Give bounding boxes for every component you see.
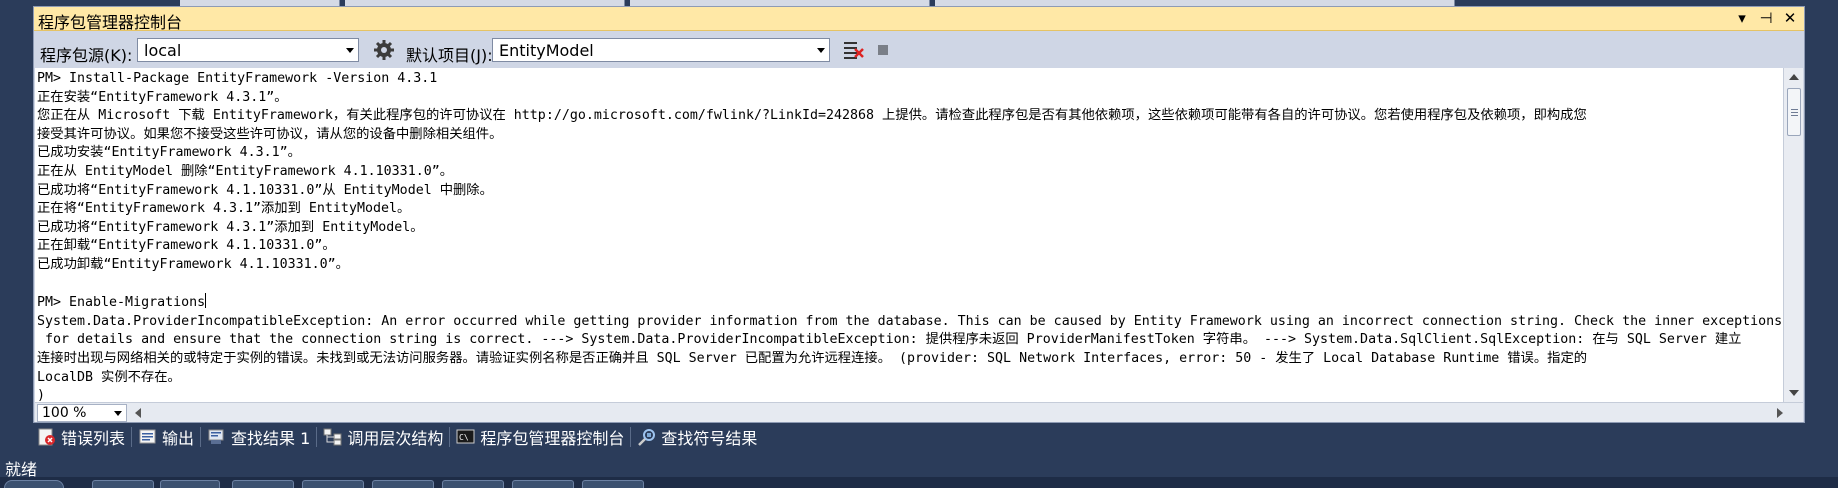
pin-icon[interactable]: ⊣: [1758, 9, 1774, 27]
tab-call-hierarchy[interactable]: 调用层次结构: [319, 423, 447, 451]
scroll-up-arrow-icon[interactable]: [1789, 74, 1799, 80]
tab-divider: [630, 427, 632, 447]
window-position-dropdown-icon[interactable]: ▾: [1734, 9, 1750, 27]
tab-error-list[interactable]: 错误列表: [33, 423, 129, 451]
call-hierarchy-icon: [323, 428, 343, 446]
panel-title: 程序包管理器控制台: [38, 13, 183, 32]
console-line: 已成功将“EntityFramework 4.1.10331.0”从 Entit…: [37, 182, 493, 198]
console-icon: C\: [456, 428, 476, 446]
zoom-dropdown[interactable]: 100 %: [37, 404, 127, 422]
console-text: PM> Install-Package EntityFramework -Ver…: [35, 68, 1783, 402]
package-manager-console-panel: 程序包管理器控制台 ▾ ⊣ ✕ 程序包源(K): local 默认项目(J): …: [33, 6, 1805, 423]
console-line: for details and ensure that the connecti…: [37, 332, 1742, 348]
console-line: 已成功将“EntityFramework 4.3.1”添加到 EntityMod…: [37, 219, 424, 235]
console-line: 连接时出现与网络相关的或特定于实例的错误。未找到或无法访问服务器。请验证实例名称…: [37, 350, 1588, 366]
tab-label: 查找结果 1: [231, 429, 311, 448]
settings-gear-icon[interactable]: [373, 39, 395, 61]
scroll-left-arrow-icon[interactable]: [135, 408, 141, 418]
console-bottom-bar: 100 %: [35, 402, 1803, 422]
taskbar-button[interactable]: [372, 480, 434, 488]
console-line: 已成功卸载“EntityFramework 4.1.10331.0”。: [37, 256, 349, 272]
start-button[interactable]: [4, 480, 64, 488]
tab-output[interactable]: 输出: [134, 423, 198, 451]
tab-divider: [200, 427, 202, 447]
package-source-value: local: [144, 41, 182, 60]
console-line: 接受其许可协议。如果您不接受这些许可协议，请从您的设备中删除相关组件。: [37, 126, 503, 142]
ide-window: 程序包管理器控制台 ▾ ⊣ ✕ 程序包源(K): local 默认项目(J): …: [0, 0, 1838, 488]
tab-divider: [131, 427, 133, 447]
find-results-icon: [207, 428, 227, 446]
tab-divider: [316, 427, 318, 447]
svg-text:C\: C\: [459, 433, 469, 442]
zoom-value: 100 %: [42, 405, 87, 421]
clear-console-icon[interactable]: [842, 39, 864, 61]
tab-label: 错误列表: [61, 429, 126, 448]
console-line: PM> Install-Package EntityFramework -Ver…: [37, 71, 438, 86]
tool-window-tabs: 错误列表 输出 查找结果 1 调用层次结构 C\ 程序包管理器控制台 查找符号结…: [33, 423, 761, 451]
taskbar-button[interactable]: [302, 480, 364, 488]
console-line: 已成功安装“EntityFramework 4.3.1”。: [37, 145, 301, 161]
console-toolbar: 程序包源(K): local 默认项目(J): EntityModel: [34, 32, 1804, 68]
console-line: 您正在从 Microsoft 下载 EntityFramework，有关此程序包…: [37, 108, 1587, 124]
package-source-dropdown[interactable]: local: [137, 38, 359, 62]
tab-find-symbol-results[interactable]: 查找符号结果: [633, 423, 761, 451]
taskbar-button[interactable]: [160, 480, 220, 488]
console-line: 正在卸载“EntityFramework 4.1.10331.0”。: [37, 238, 336, 254]
tab-label: 程序包管理器控制台: [480, 429, 625, 448]
grip-line: [1791, 109, 1798, 110]
stop-icon[interactable]: [872, 39, 894, 61]
default-project-value: EntityModel: [499, 41, 594, 60]
chevron-down-icon: [817, 48, 825, 53]
console-line: System.Data.ProviderIncompatibleExceptio…: [37, 313, 1783, 329]
chevron-down-icon: [114, 411, 122, 416]
taskbar-button[interactable]: [512, 480, 574, 488]
tab-label: 输出: [162, 429, 195, 448]
console-line: 正在从 EntityModel 删除“EntityFramework 4.1.1…: [37, 163, 454, 179]
chevron-down-icon: [346, 48, 354, 53]
tab-label: 查找符号结果: [661, 429, 758, 448]
package-source-label: 程序包源(K):: [40, 46, 133, 65]
console-line: PM> Enable-Migrations: [37, 295, 206, 311]
console-line: LocalDB 实例不存在。: [37, 369, 181, 385]
tab-find-results-1[interactable]: 查找结果 1: [203, 423, 314, 451]
tab-package-manager-console[interactable]: C\ 程序包管理器控制台: [452, 423, 628, 451]
scroll-right-arrow-icon[interactable]: [1777, 408, 1783, 418]
grip-line: [1791, 115, 1798, 116]
title-buttons: ▾ ⊣ ✕: [1734, 9, 1798, 27]
grip-line: [1791, 112, 1798, 113]
taskbar-button[interactable]: [92, 480, 154, 488]
console-output[interactable]: PM> Install-Package EntityFramework -Ver…: [35, 68, 1783, 402]
scroll-down-arrow-icon[interactable]: [1789, 390, 1799, 396]
find-symbol-icon: [637, 428, 657, 446]
windows-taskbar: [0, 477, 1838, 488]
close-icon[interactable]: ✕: [1782, 9, 1798, 27]
panel-title-bar[interactable]: 程序包管理器控制台 ▾ ⊣ ✕: [34, 7, 1804, 32]
vertical-scrollbar[interactable]: [1783, 68, 1803, 402]
tab-divider: [449, 427, 451, 447]
tab-label: 调用层次结构: [347, 429, 444, 448]
default-project-dropdown[interactable]: EntityModel: [492, 38, 830, 62]
default-project-label: 默认项目(J):: [406, 46, 493, 65]
scrollbar-thumb[interactable]: [1787, 88, 1801, 136]
status-bar: 就绪: [0, 455, 1838, 479]
console-line: ): [37, 388, 46, 402]
console-line: 正在安装“EntityFramework 4.3.1”。: [37, 89, 288, 105]
taskbar-button[interactable]: [582, 480, 644, 488]
taskbar-button[interactable]: [442, 480, 504, 488]
taskbar-button[interactable]: [232, 480, 294, 488]
output-icon: [138, 428, 158, 446]
console-line: 正在将“EntityFramework 4.3.1”添加到 EntityMode…: [37, 201, 411, 217]
text-caret: [205, 293, 207, 309]
error-list-icon: [37, 428, 57, 446]
